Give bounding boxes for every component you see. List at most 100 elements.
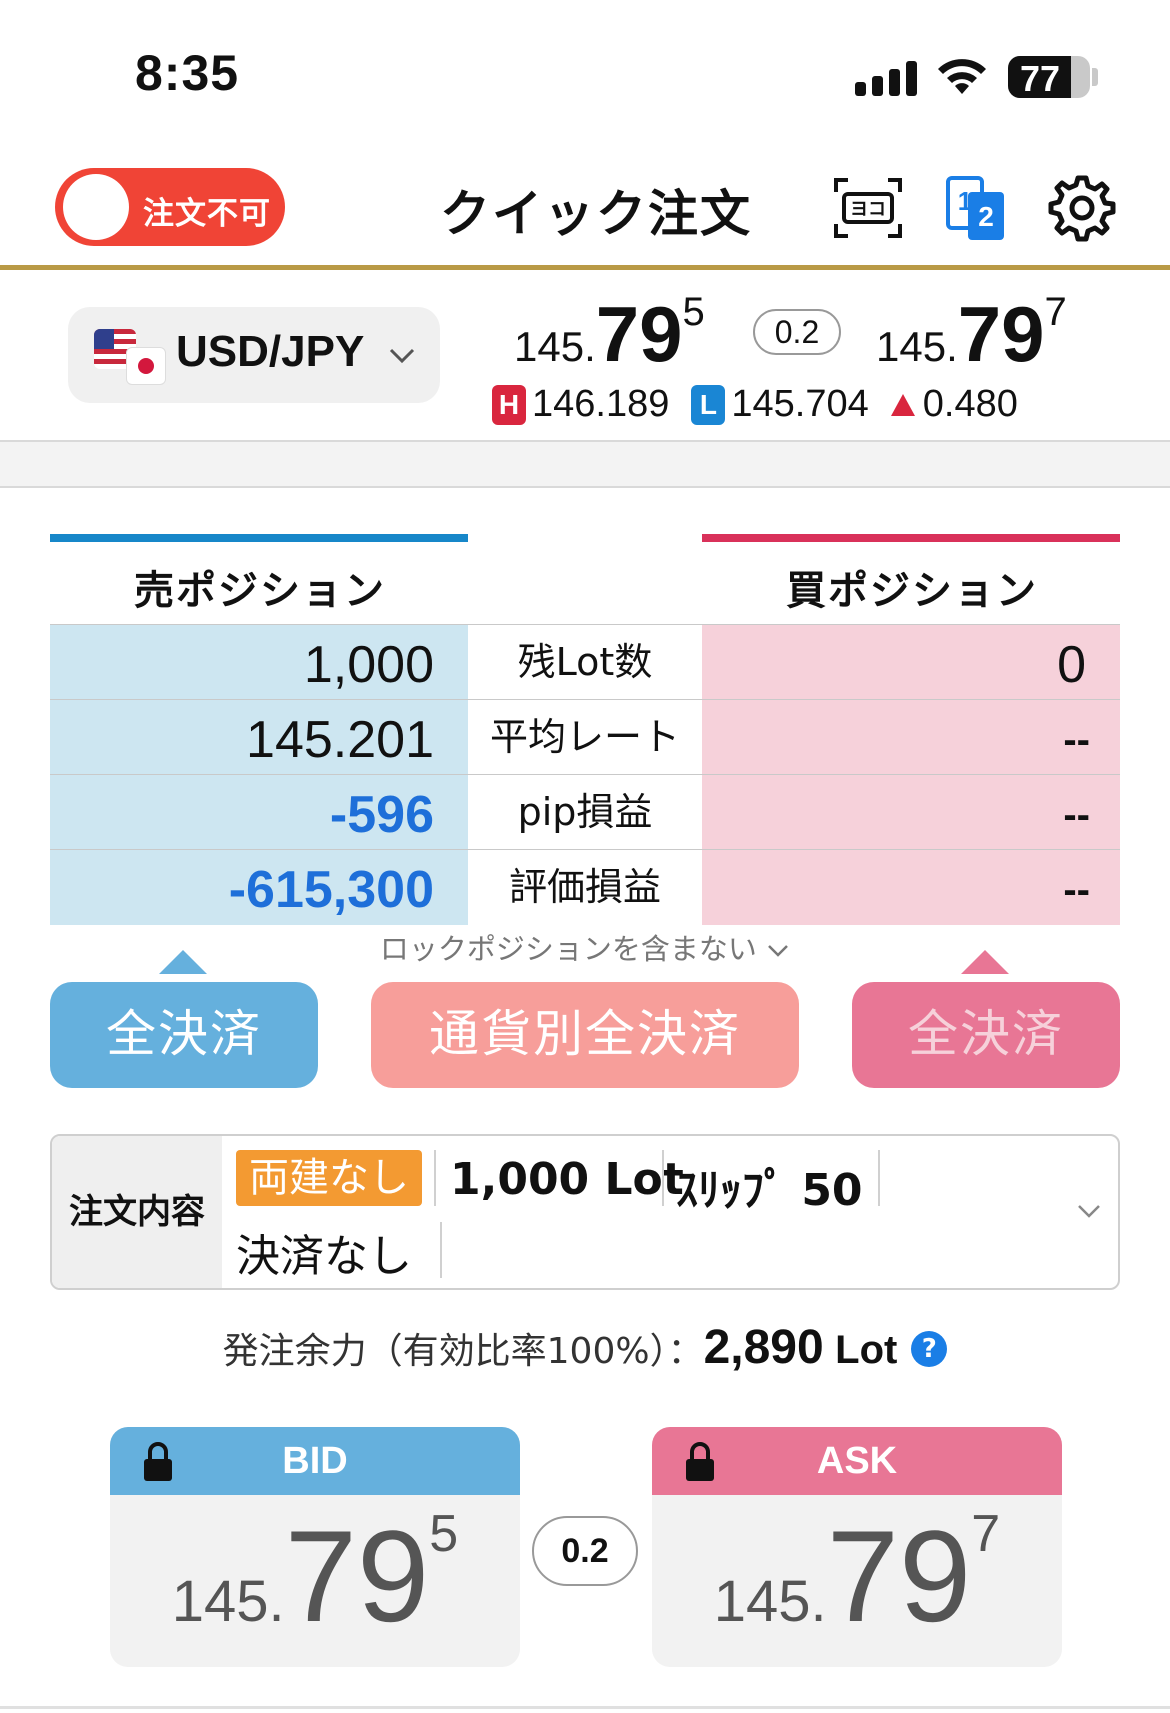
currency-pair-bar: USD/JPY 145.795 0.2 145.797 H 146.189 L … xyxy=(0,275,1170,440)
table-row: 145.201 平均レート -- xyxy=(50,699,1120,775)
hedge-tag: 両建なし xyxy=(236,1150,422,1206)
position-table: 1,000 残Lot数 0 145.201 平均レート -- -596 pip損… xyxy=(50,624,1120,926)
gear-icon[interactable] xyxy=(1046,172,1118,244)
ask-price: 145.797 xyxy=(652,1501,1062,1651)
buy-pip-pl: -- xyxy=(1063,793,1090,837)
pair-name: USD/JPY xyxy=(176,327,365,376)
buy-cell: 0 xyxy=(702,625,1120,700)
capacity-value: 2,890 xyxy=(703,1321,824,1374)
sell-position-title: 売ポジション xyxy=(134,568,386,614)
currency-close-all-button[interactable]: 通貨別全決済 xyxy=(371,982,799,1088)
high-badge: H xyxy=(492,384,526,425)
ask-card-big: 79 xyxy=(826,1503,972,1649)
bottom-divider xyxy=(0,1706,1170,1709)
sell-cell: -615,300 xyxy=(50,850,468,925)
row-label: 評価損益 xyxy=(468,850,702,925)
buy-cell: -- xyxy=(702,850,1120,925)
buy-lots: 0 xyxy=(1057,636,1086,694)
order-settings-panel[interactable]: 注文内容 両建なし 1,000 Lot ｽﾘｯﾌﾟ 50 決済なし xyxy=(50,1134,1120,1290)
lock-icon[interactable] xyxy=(142,1441,174,1483)
order-settlement: 決済なし xyxy=(236,1231,412,1282)
table-row: 1,000 残Lot数 0 xyxy=(50,624,1120,700)
low-badge: L xyxy=(691,384,726,425)
svg-text:2: 2 xyxy=(978,201,994,232)
sell-cell: -596 xyxy=(50,775,468,850)
divider xyxy=(662,1150,664,1206)
buy-valuation-pl: -- xyxy=(1063,868,1090,912)
lock-note-text: ロックポジションを含まない xyxy=(379,932,757,966)
ask-card-prefix: 145. xyxy=(713,1569,827,1634)
app-header: 注文不可 クイック注文 ヨコ 1 2 xyxy=(0,150,1170,270)
buy-close-all-button[interactable]: 全決済 xyxy=(852,982,1120,1088)
bid-big: 79 xyxy=(595,290,683,378)
chevron-down-icon xyxy=(1078,1205,1100,1218)
order-capacity: 発注余力（有効比率100%）：2,890 Lot? xyxy=(0,1320,1170,1375)
capacity-label: 発注余力（有効比率100%）： xyxy=(222,1331,704,1372)
battery-cap xyxy=(1092,68,1098,86)
buy-accent-bar xyxy=(702,534,1120,542)
row-label: 平均レート xyxy=(468,700,702,775)
toggle-knob xyxy=(63,174,129,240)
header-ask-price: 145.797 xyxy=(876,289,1067,380)
battery-level: 77 xyxy=(1020,58,1061,99)
row-label: pip損益 xyxy=(468,775,702,850)
ask-big: 79 xyxy=(957,290,1045,378)
order-label: 注文内容 xyxy=(52,1136,222,1288)
section-divider xyxy=(0,440,1170,488)
table-row: -615,300 評価損益 -- xyxy=(50,849,1120,925)
lock-icon[interactable] xyxy=(684,1441,716,1483)
row-label: 残Lot数 xyxy=(468,625,702,700)
display-mode-icon[interactable]: ヨコ xyxy=(832,172,904,244)
chevron-down-icon xyxy=(768,945,788,957)
header-spread: 0.2 xyxy=(753,309,841,355)
sell-pointer-icon xyxy=(159,950,207,974)
high-value: 146.189 xyxy=(532,383,670,425)
buy-pointer-icon xyxy=(961,950,1009,974)
ask-prefix: 145. xyxy=(876,323,958,370)
buy-cell: -- xyxy=(702,775,1120,850)
buy-position-title: 買ポジション xyxy=(786,568,1038,614)
bid-card-prefix: 145. xyxy=(171,1569,285,1634)
buy-cell: -- xyxy=(702,700,1120,775)
order-lot: 1,000 Lot xyxy=(450,1154,684,1205)
svg-text:ヨコ: ヨコ xyxy=(850,199,886,220)
capacity-unit: Lot xyxy=(835,1328,898,1372)
divider xyxy=(434,1150,436,1206)
status-time: 8:35 xyxy=(135,45,240,101)
sell-lots: 1,000 xyxy=(303,636,434,694)
order-enable-toggle[interactable]: 注文不可 xyxy=(55,168,285,246)
bid-card-big: 79 xyxy=(284,1503,430,1649)
toggle-label: 注文不可 xyxy=(143,196,271,232)
bid-card-header: BID xyxy=(110,1427,520,1495)
sell-cell: 1,000 xyxy=(50,625,468,700)
sell-close-all-button[interactable]: 全決済 xyxy=(50,982,318,1088)
ask-card[interactable]: ASK 145.797 xyxy=(652,1427,1062,1667)
quote-spread: 0.2 xyxy=(532,1516,638,1586)
divider xyxy=(440,1222,442,1278)
bid-card[interactable]: BID 145.795 xyxy=(110,1427,520,1667)
sell-valuation-pl: -615,300 xyxy=(228,861,434,919)
buy-avg-rate: -- xyxy=(1063,718,1090,762)
page-title: クイック注文 xyxy=(440,185,752,243)
bid-price: 145.795 xyxy=(110,1501,520,1651)
status-bar: 8:35 77 xyxy=(0,0,1170,150)
order-slippage: ｽﾘｯﾌﾟ 50 xyxy=(676,1165,863,1216)
bid-prefix: 145. xyxy=(514,323,596,370)
low-value: 145.704 xyxy=(731,383,869,425)
high-low-row: H 146.189 L 145.704 0.480 xyxy=(492,383,1018,426)
currency-pair-selector[interactable]: USD/JPY xyxy=(68,307,440,403)
up-arrow-icon xyxy=(890,393,915,416)
divider xyxy=(878,1150,880,1206)
jp-flag-icon xyxy=(126,347,166,385)
sell-pip-pl: -596 xyxy=(329,786,434,844)
ask-card-pip: 7 xyxy=(971,1505,1001,1563)
table-row: -596 pip損益 -- xyxy=(50,774,1120,850)
cellular-signal-icon xyxy=(855,60,917,96)
wifi-icon xyxy=(938,59,986,94)
sell-avg-rate: 145.201 xyxy=(246,711,434,769)
buy-position-header: 買ポジション xyxy=(702,534,1120,624)
bid-pip: 5 xyxy=(682,290,705,334)
help-icon[interactable]: ? xyxy=(911,1331,948,1367)
split-view-icon[interactable]: 1 2 xyxy=(944,172,1016,244)
ask-card-header: ASK xyxy=(652,1427,1062,1495)
